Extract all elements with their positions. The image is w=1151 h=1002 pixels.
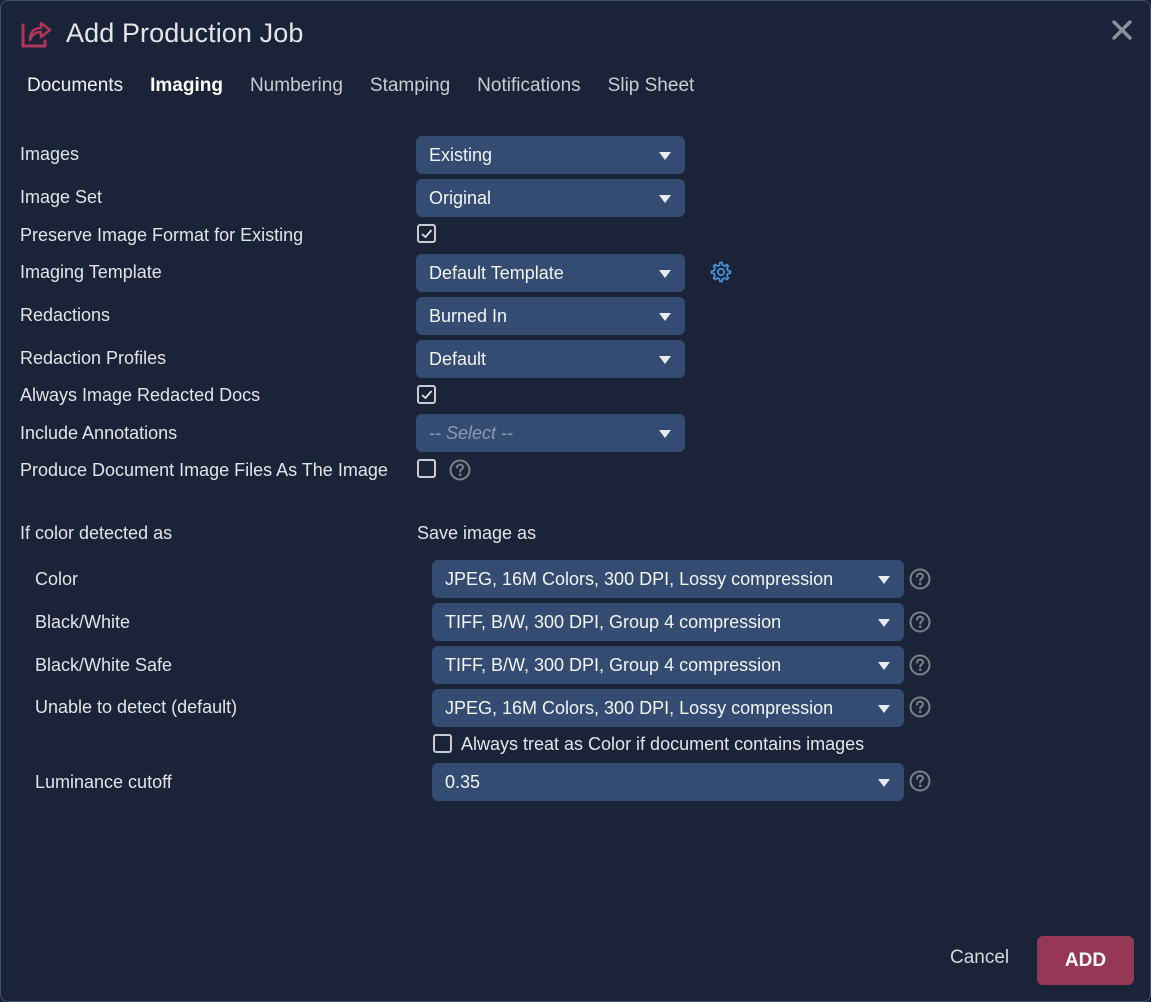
chevron-down-icon [659, 313, 671, 321]
image-set-select-value: Original [429, 187, 492, 208]
include-annotations-select[interactable]: -- Select -- [416, 414, 685, 452]
help-circle-icon[interactable] [909, 654, 931, 676]
chevron-down-icon [878, 779, 890, 787]
image-set-select[interactable]: Original [416, 179, 685, 217]
redactions-select-value: Burned In [429, 305, 508, 326]
redactions-label: Redactions [20, 305, 111, 325]
luminance-cutoff-label: Luminance cutoff [35, 772, 172, 792]
image-set-label: Image Set [20, 187, 103, 207]
images-select[interactable]: Existing [416, 136, 685, 174]
color-format-select[interactable]: JPEG, 16M Colors, 300 DPI, Lossy compres… [432, 560, 904, 598]
dialog-title: Add Production Job [66, 17, 304, 48]
chevron-down-icon [659, 270, 671, 278]
checkmark-icon [421, 390, 433, 400]
cancel-button[interactable]: Cancel [950, 947, 1009, 969]
redaction-profiles-select[interactable]: Default [416, 340, 685, 378]
tab-imaging[interactable]: Imaging [150, 73, 223, 99]
unable-detect-row-label: Unable to detect (default) [35, 697, 238, 717]
luminance-cutoff-select[interactable]: 0.35 [432, 763, 904, 801]
images-select-value: Existing [429, 144, 493, 165]
preserve-format-checkbox[interactable] [417, 224, 436, 243]
help-circle-icon[interactable] [909, 611, 931, 633]
tab-notifications[interactable]: Notifications [477, 73, 581, 99]
bw-safe-format-value: TIFF, B/W, 300 DPI, Group 4 compression [445, 654, 782, 675]
close-icon[interactable] [1110, 17, 1134, 43]
color-detected-header: If color detected as [20, 523, 173, 543]
produce-doc-image-files-checkbox[interactable] [417, 459, 436, 478]
bw-row-label: Black/White [35, 612, 131, 632]
gear-icon[interactable] [709, 260, 733, 284]
tab-slip-sheet[interactable]: Slip Sheet [608, 73, 695, 99]
bw-safe-row-label: Black/White Safe [35, 655, 173, 675]
always-treat-color-checkbox[interactable] [433, 734, 452, 753]
redaction-profiles-select-value: Default [429, 348, 487, 369]
bw-safe-format-select[interactable]: TIFF, B/W, 300 DPI, Group 4 compression [432, 646, 904, 684]
help-circle-icon[interactable] [909, 696, 931, 718]
help-circle-icon[interactable] [909, 770, 931, 792]
always-image-redacted-label: Always Image Redacted Docs [20, 385, 261, 405]
help-circle-icon[interactable] [909, 568, 931, 590]
color-format-value: JPEG, 16M Colors, 300 DPI, Lossy compres… [445, 568, 834, 589]
imaging-template-select[interactable]: Default Template [416, 254, 685, 292]
chevron-down-icon [878, 662, 890, 670]
produce-doc-image-files-label: Produce Document Image Files As The Imag… [20, 460, 388, 480]
tab-numbering[interactable]: Numbering [250, 73, 343, 99]
chevron-down-icon [659, 195, 671, 203]
tab-stamping[interactable]: Stamping [370, 73, 450, 99]
bw-format-value: TIFF, B/W, 300 DPI, Group 4 compression [445, 611, 782, 632]
images-label: Images [20, 144, 80, 164]
include-annotations-placeholder: -- Select -- [429, 422, 514, 443]
always-image-redacted-checkbox[interactable] [417, 385, 436, 404]
unable-detect-format-select[interactable]: JPEG, 16M Colors, 300 DPI, Lossy compres… [432, 689, 904, 727]
save-image-as-header: Save image as [417, 523, 537, 543]
tab-documents[interactable]: Documents [27, 73, 123, 99]
chevron-down-icon [878, 619, 890, 627]
checkmark-icon [421, 229, 433, 239]
chevron-down-icon [659, 430, 671, 438]
redactions-select[interactable]: Burned In [416, 297, 685, 335]
tab-bar: Documents Imaging Numbering Stamping Not… [27, 73, 721, 99]
chevron-down-icon [878, 576, 890, 584]
always-treat-color-label: Always treat as Color if document contai… [461, 734, 865, 754]
dialog-header: Add Production Job [19, 15, 303, 51]
preserve-format-label: Preserve Image Format for Existing [20, 225, 304, 245]
add-production-job-dialog: Add Production Job Documents Imaging Num… [0, 0, 1151, 1002]
add-button[interactable]: ADD [1037, 936, 1134, 985]
include-annotations-label: Include Annotations [20, 423, 178, 443]
imaging-template-label: Imaging Template [20, 262, 162, 282]
chevron-down-icon [659, 152, 671, 160]
bw-format-select[interactable]: TIFF, B/W, 300 DPI, Group 4 compression [432, 603, 904, 641]
redaction-profiles-label: Redaction Profiles [20, 348, 167, 368]
help-circle-icon[interactable] [449, 459, 471, 481]
luminance-cutoff-value: 0.35 [445, 771, 481, 792]
unable-detect-format-value: JPEG, 16M Colors, 300 DPI, Lossy compres… [445, 697, 834, 718]
imaging-template-select-value: Default Template [429, 262, 564, 283]
share-export-icon [21, 21, 52, 48]
color-row-label: Color [35, 569, 79, 589]
chevron-down-icon [878, 705, 890, 713]
chevron-down-icon [659, 356, 671, 364]
